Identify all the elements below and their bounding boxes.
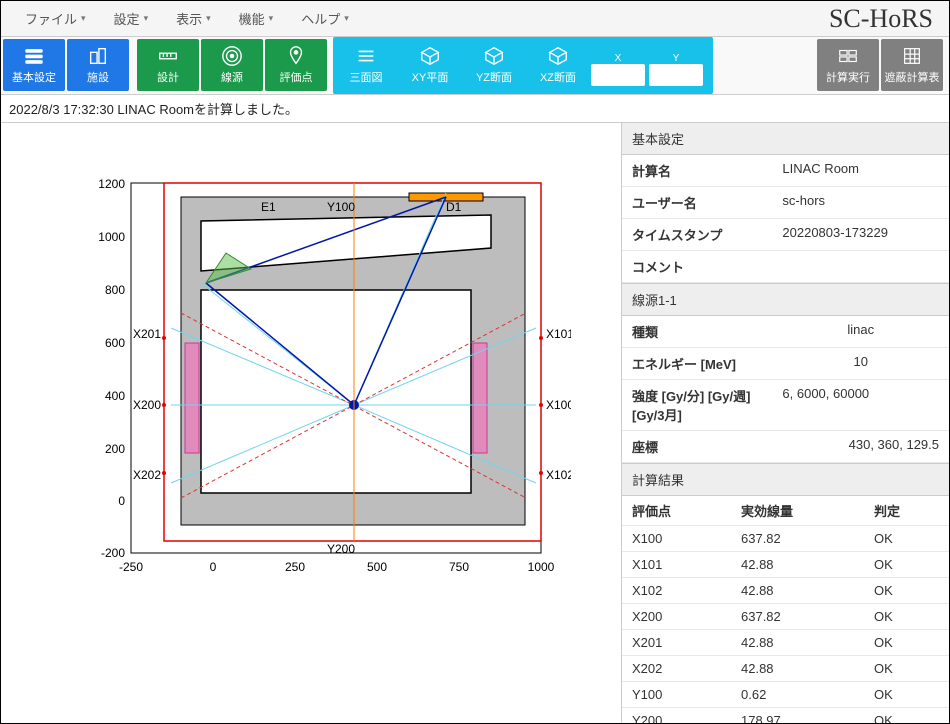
svg-text:250: 250: [285, 560, 305, 574]
table-row: X20142.88OK: [622, 630, 949, 656]
cube-icon: [483, 45, 505, 67]
facility-button[interactable]: 施設: [67, 39, 129, 91]
menu-help[interactable]: ヘルプ▾: [287, 3, 363, 34]
svg-text:1000: 1000: [528, 560, 555, 574]
svg-text:X101: X101: [546, 327, 571, 341]
evaluation-points-button[interactable]: 評価点: [265, 39, 327, 91]
svg-text:0: 0: [118, 494, 125, 508]
menu-settings[interactable]: 設定▾: [100, 3, 163, 34]
coord-y-label: Y: [673, 53, 680, 64]
chevron-down-icon: ▾: [206, 13, 211, 24]
chevron-down-icon: ▾: [144, 13, 149, 24]
table-row: Y1000.62OK: [622, 682, 949, 708]
three-view-button[interactable]: 三面図: [335, 39, 397, 91]
basic-settings-button[interactable]: 基本設定: [3, 39, 65, 91]
source-section-head: 線源1-1: [622, 283, 949, 316]
svg-text:400: 400: [105, 389, 125, 403]
run-calculation-button[interactable]: 計算実行: [817, 39, 879, 91]
svg-text:E1: E1: [261, 200, 276, 214]
svg-text:X102: X102: [546, 468, 571, 482]
table-row: X20242.88OK: [622, 656, 949, 682]
basic-section-head: 基本設定: [622, 123, 949, 155]
xz-section-button[interactable]: XZ断面: [527, 39, 589, 91]
yz-section-button[interactable]: YZ断面: [463, 39, 525, 91]
chevron-down-icon: ▾: [269, 13, 274, 24]
status-line: 2022/8/3 17:32:30 LINAC Roomを計算しました。: [1, 95, 949, 123]
svg-text:750: 750: [449, 560, 469, 574]
radiation-icon: [221, 45, 243, 67]
source-button[interactable]: 線源: [201, 39, 263, 91]
table-row: X10142.88OK: [622, 552, 949, 578]
menu-file[interactable]: ファイル▾: [11, 3, 100, 34]
svg-text:200: 200: [105, 442, 125, 456]
svg-text:800: 800: [105, 283, 125, 297]
design-button[interactable]: 設計: [137, 39, 199, 91]
coord-input-group: X Y: [591, 39, 711, 92]
results-table: 評価点 実効線量 判定 X100637.82OKX10142.88OKX1024…: [622, 496, 949, 723]
coord-y-input[interactable]: [649, 64, 703, 86]
svg-text:600: 600: [105, 336, 125, 350]
table-row: X200637.82OK: [622, 604, 949, 630]
plan-view-canvas[interactable]: 1200 1000 800 600 400 200 0 -200 -250 0 …: [1, 123, 621, 723]
chevron-down-icon: ▾: [81, 13, 86, 24]
chevron-down-icon: ▾: [344, 13, 349, 24]
menu-functions[interactable]: 機能▾: [225, 3, 288, 34]
svg-text:X201: X201: [133, 327, 161, 341]
svg-text:1200: 1200: [98, 177, 125, 191]
side-panel: 基本設定 計算名LINAC Room ユーザー名sc-hors タイムスタンプ2…: [621, 123, 949, 723]
toolbar: 基本設定 施設 設計 線源 評価点 三面図: [1, 37, 949, 95]
coord-x-input[interactable]: [591, 64, 645, 86]
svg-text:X100: X100: [546, 398, 571, 412]
table-row: X100637.82OK: [622, 526, 949, 552]
menu-bar: ファイル▾ 設定▾ 表示▾ 機能▾ ヘルプ▾ SC-HoRS: [1, 1, 949, 37]
pin-icon: [285, 45, 307, 67]
ruler-icon: [157, 45, 179, 67]
source-table: 種類linac エネルギー [MeV]10 強度 [Gy/分] [Gy/週] […: [622, 316, 949, 463]
cube-lines-icon: [355, 45, 377, 67]
svg-text:D1: D1: [446, 200, 462, 214]
menu-display[interactable]: 表示▾: [162, 3, 225, 34]
xy-plane-button[interactable]: XY平面: [399, 39, 461, 91]
table-row: X10242.88OK: [622, 578, 949, 604]
svg-text:X202: X202: [133, 468, 161, 482]
cube-icon: [547, 45, 569, 67]
svg-text:1000: 1000: [98, 230, 125, 244]
svg-text:0: 0: [210, 560, 217, 574]
svg-text:500: 500: [367, 560, 387, 574]
svg-text:Y100: Y100: [327, 200, 355, 214]
shielding-table-button[interactable]: 遮蔽計算表: [881, 39, 943, 91]
sliders-icon: [23, 45, 45, 67]
coord-x-label: X: [615, 53, 622, 64]
svg-text:-250: -250: [119, 560, 143, 574]
svg-text:Y200: Y200: [327, 542, 355, 556]
building-icon: [87, 45, 109, 67]
results-section-head: 計算結果: [622, 463, 949, 496]
table-row: Y200178.97OK: [622, 708, 949, 724]
cube-icon: [419, 45, 441, 67]
grid-icon: [901, 45, 923, 67]
app-title: SC-HoRS: [829, 4, 949, 34]
basic-settings-table: 計算名LINAC Room ユーザー名sc-hors タイムスタンプ202208…: [622, 155, 949, 283]
svg-text:X200: X200: [133, 398, 161, 412]
bricks-icon: [837, 45, 859, 67]
svg-text:-200: -200: [101, 546, 125, 560]
